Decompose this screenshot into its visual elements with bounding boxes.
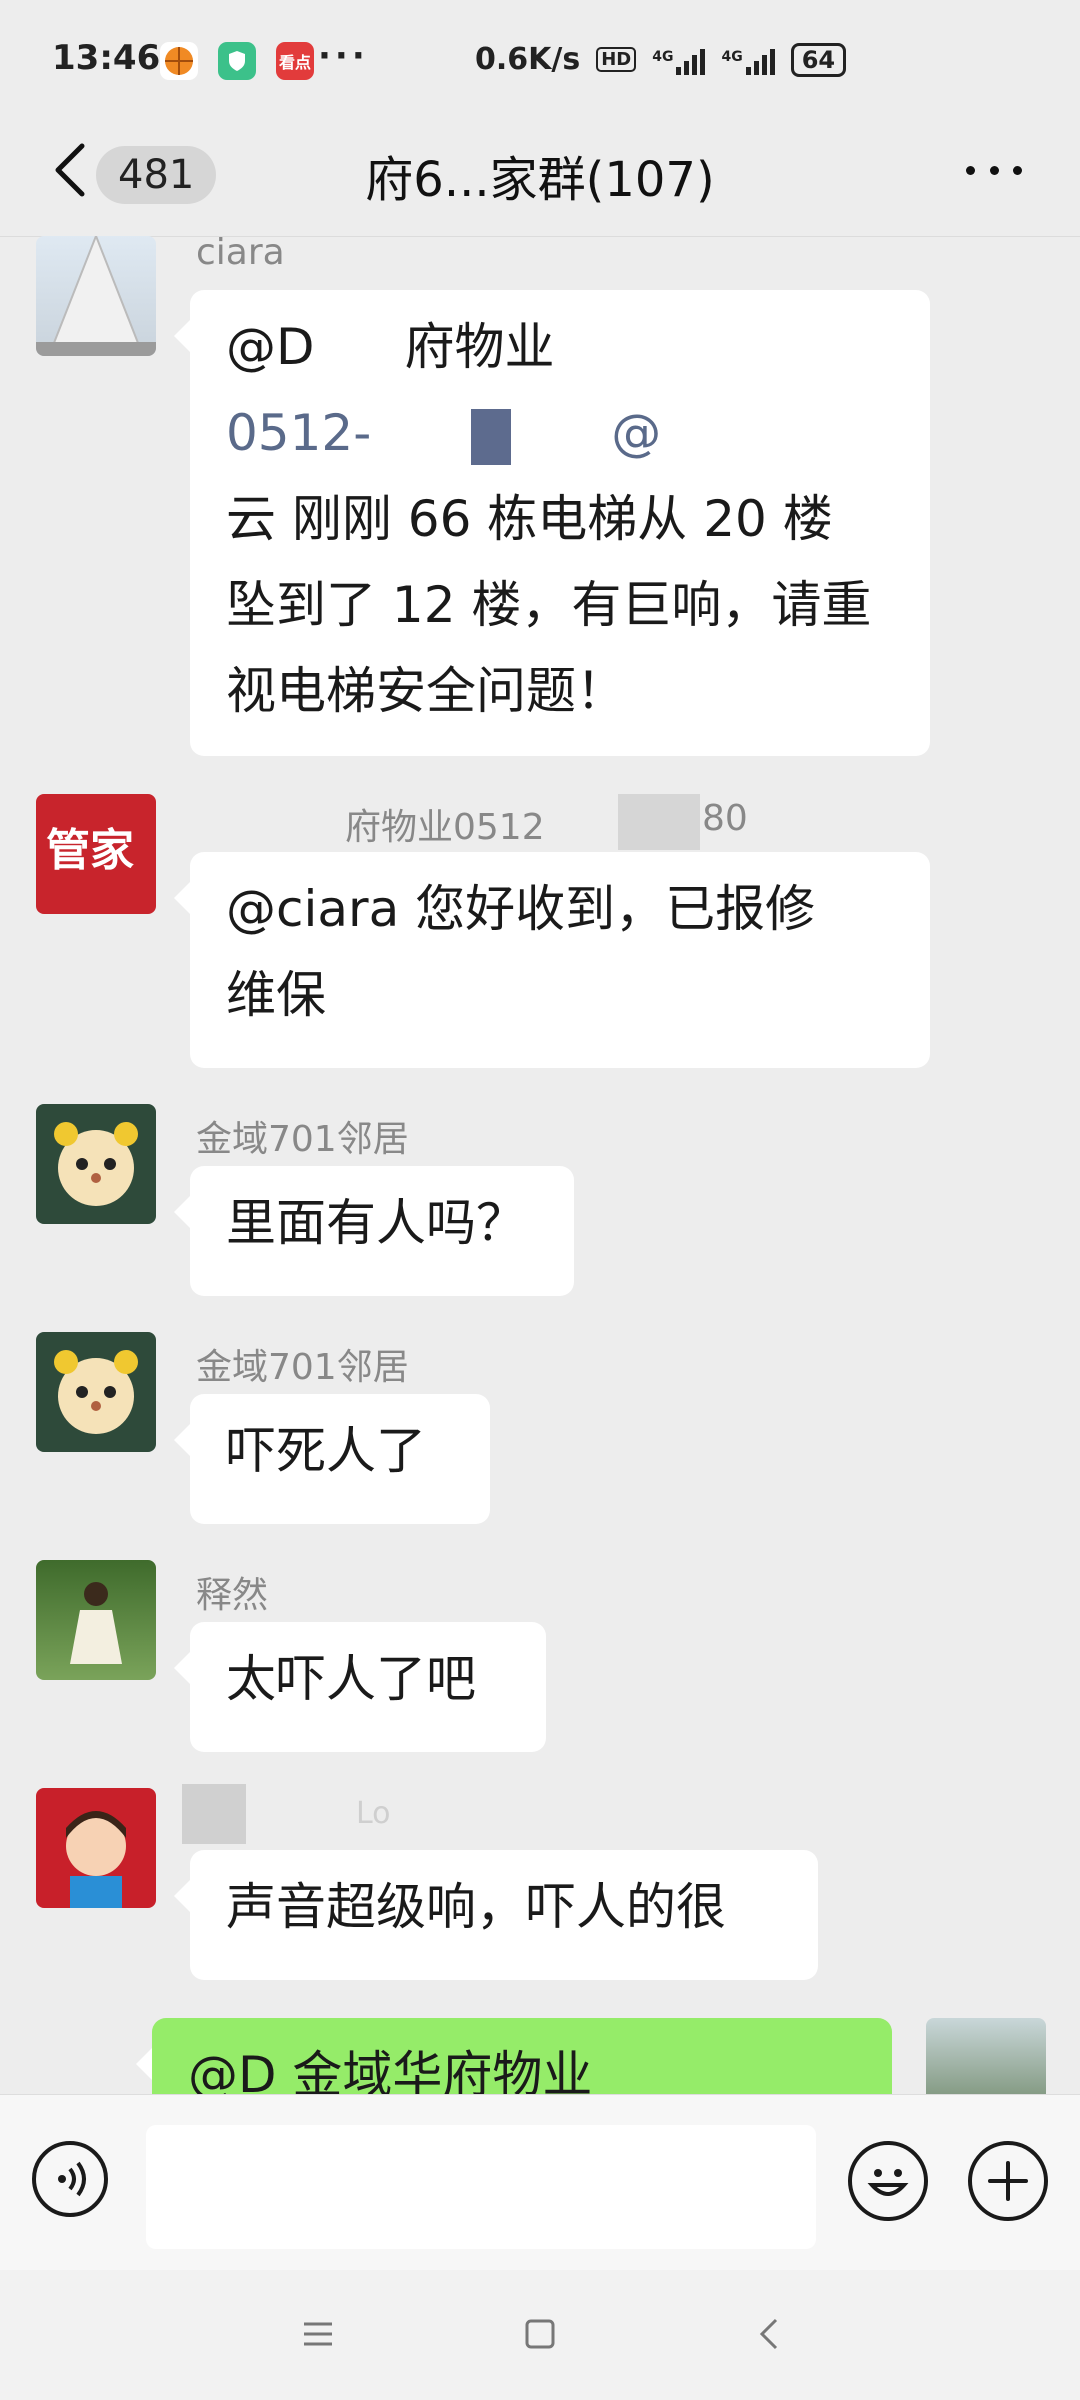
- system-nav-bar: [0, 2270, 1080, 2400]
- signal-icon: 4G: [652, 45, 706, 75]
- message-line: @D 府物业: [226, 318, 555, 376]
- menu-icon[interactable]: [300, 2316, 336, 2352]
- puppy-avatar[interactable]: [36, 1104, 156, 1224]
- message-bubble[interactable]: 吓死人了: [174, 1394, 490, 1524]
- mountain-avatar[interactable]: [36, 236, 156, 356]
- sender-name-suffix: 80: [702, 798, 748, 839]
- message-bubble[interactable]: @ciara 您好收到，已报修 维保: [174, 852, 930, 1068]
- message-bubble[interactable]: @D 府物业 0512- @ 云 刚刚 66 栋电梯从 20 楼 坠到了 12 楼，…: [174, 290, 930, 756]
- more-options-icon[interactable]: [966, 166, 1022, 176]
- status-app-icons: 看点: [160, 42, 314, 80]
- sender-name: ciara: [196, 232, 285, 273]
- message-bubble[interactable]: 太吓人了吧: [174, 1622, 546, 1752]
- sender-name: 释然: [196, 1575, 269, 1616]
- plus-icon[interactable]: [968, 2141, 1048, 2221]
- back-icon[interactable]: [752, 2316, 788, 2352]
- message-line: 吓死人了: [226, 1422, 426, 1480]
- girl-in-forest-avatar[interactable]: [36, 1560, 156, 1680]
- message-bubble[interactable]: 声音超级响，吓人的很: [174, 1850, 818, 1980]
- redaction-block: [182, 1784, 246, 1844]
- message-line: @ciara 您好收到，已报修: [226, 880, 816, 938]
- sender-name: 金域701邻居: [196, 1119, 409, 1160]
- status-bar: 13:46 看点 ··· 0.6K/s HD 4G 4G 64: [0, 0, 1080, 120]
- header-divider: [0, 236, 1080, 237]
- chat-header: 481 府6...家群(107): [0, 120, 1080, 230]
- message-bubble[interactable]: 里面有人吗？: [174, 1166, 574, 1296]
- puppy-avatar[interactable]: [36, 1332, 156, 1452]
- net-speed: 0.6K/s: [475, 42, 581, 77]
- message-line: 0512- @: [226, 390, 892, 476]
- cartoon-girl-avatar[interactable]: [36, 1788, 156, 1908]
- message-input[interactable]: [146, 2125, 816, 2249]
- status-time: 13:46: [52, 38, 161, 78]
- sender-name: 金域701邻居: [196, 1347, 409, 1388]
- message-line: 维保: [226, 966, 326, 1024]
- property-manager-avatar[interactable]: 管家: [36, 794, 156, 914]
- status-indicators: 0.6K/s HD 4G 4G 64: [475, 42, 847, 77]
- message-line: 太吓人了吧: [226, 1650, 476, 1708]
- input-bar: [0, 2094, 1080, 2271]
- status-more-icon: ···: [318, 36, 369, 76]
- basketball-app-icon: [160, 42, 198, 80]
- shield-app-icon: [218, 42, 256, 80]
- message-line: 里面有人吗？: [226, 1194, 526, 1252]
- news-app-icon: 看点: [276, 42, 314, 80]
- message-line: 视电梯安全问题！: [226, 662, 626, 720]
- signal-icon: 4G: [721, 45, 775, 75]
- sender-name: 府物业0512: [345, 807, 545, 848]
- message-line: 声音超级响，吓人的很: [226, 1878, 726, 1936]
- voice-input-icon[interactable]: [32, 2141, 108, 2217]
- chat-title: 府6...家群(107): [365, 152, 715, 208]
- message-line: 坠到了 12 楼，有巨响，请重: [226, 576, 872, 634]
- home-icon[interactable]: [522, 2316, 558, 2352]
- message-line: 云 刚刚 66 栋电梯从 20 楼: [226, 490, 833, 548]
- redaction-block: [618, 794, 700, 850]
- sender-name: Lo: [356, 1796, 391, 1831]
- emoji-icon[interactable]: [848, 2141, 928, 2221]
- battery-icon: 64: [790, 42, 847, 77]
- hd-icon: HD: [596, 47, 637, 72]
